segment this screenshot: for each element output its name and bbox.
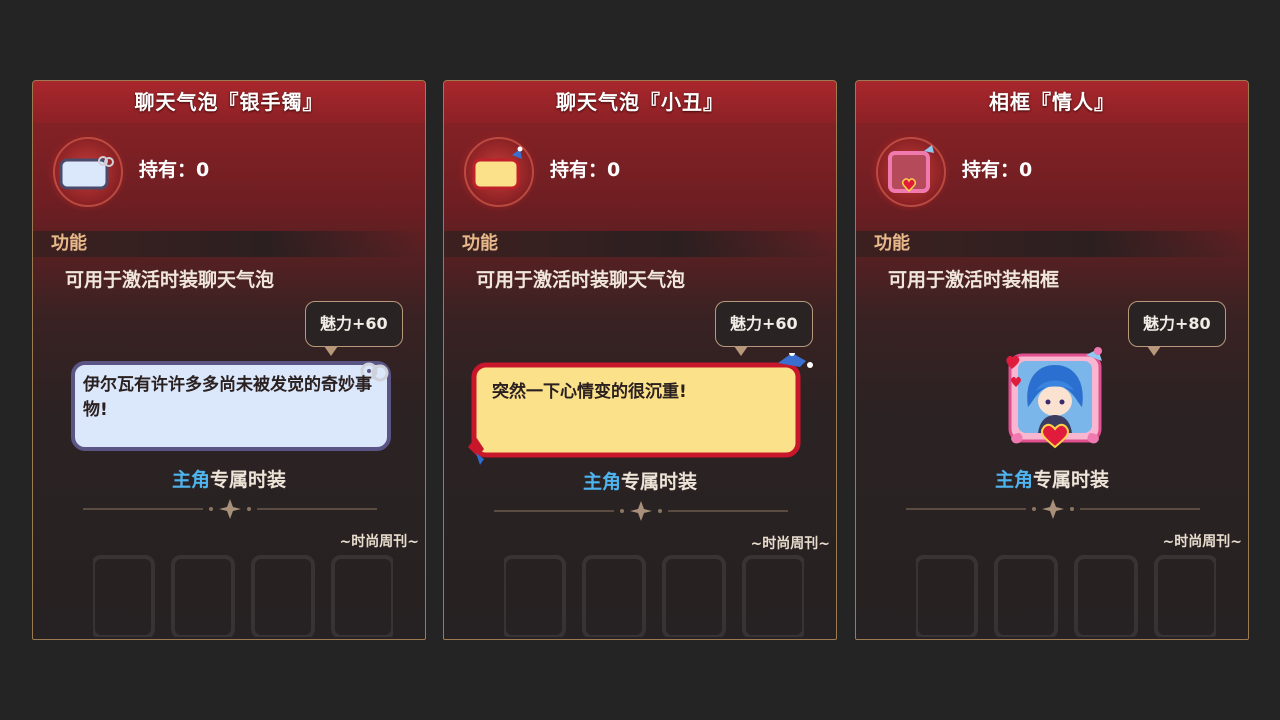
background-pattern bbox=[916, 555, 1216, 637]
ornament-divider bbox=[494, 501, 788, 521]
function-label: 功能 bbox=[874, 233, 910, 254]
exclusive-note: 主角专属时装 bbox=[994, 469, 1110, 491]
item-card-clown[interactable]: 聊天气泡『小丑』 持有：0 功能 可用于激活时装聊天气泡 魅力+60 突然一下心… bbox=[443, 80, 837, 640]
hold-count: 持有：0 bbox=[962, 159, 1033, 181]
bubble-preview: 伊尔瓦有许许多多尚未被发觉的奇妙事物! bbox=[69, 359, 395, 455]
charm-badge: 魅力+60 bbox=[715, 301, 813, 356]
lover-frame-icon bbox=[870, 131, 950, 211]
function-label: 功能 bbox=[51, 233, 87, 254]
charm-badge: 魅力+80 bbox=[1128, 301, 1226, 356]
function-description: 可用于激活时装相框 bbox=[888, 269, 1060, 291]
charm-badge: 魅力+60 bbox=[305, 301, 403, 356]
card-title: 聊天气泡『银手镯』 bbox=[33, 81, 425, 123]
hold-count: 持有：0 bbox=[139, 159, 210, 181]
exclusive-note: 主角专属时装 bbox=[171, 469, 287, 491]
function-description: 可用于激活时装聊天气泡 bbox=[65, 269, 275, 291]
ornament-divider bbox=[83, 499, 377, 519]
function-label: 功能 bbox=[462, 233, 498, 254]
function-bar bbox=[33, 231, 425, 257]
silver-bracelet-bubble-icon bbox=[47, 131, 127, 211]
bubble-preview-text: 伊尔瓦有许许多多尚未被发觉的奇妙事物! bbox=[83, 375, 372, 420]
item-card-silver-bracelet[interactable]: 聊天气泡『银手镯』 持有：0 功能 可用于激活时装聊天气泡 魅力+60 伊尔瓦有… bbox=[32, 80, 426, 640]
bubble-preview: 突然一下心情变的很沉重! bbox=[466, 353, 818, 465]
item-card-lover-frame[interactable]: 相框『情人』 持有：0 功能 可用于激活时装相框 魅力+80 主角专属时装 ~时… bbox=[855, 80, 1249, 640]
exclusive-note: 主角专属时装 bbox=[582, 471, 698, 493]
bubble-preview-text: 突然一下心情变的很沉重! bbox=[492, 382, 687, 402]
function-bar bbox=[444, 231, 836, 257]
magazine-label: ~时尚周刊~ bbox=[750, 536, 830, 552]
clown-bubble-icon bbox=[458, 131, 538, 211]
card-title: 相框『情人』 bbox=[856, 81, 1248, 123]
card-title: 聊天气泡『小丑』 bbox=[444, 81, 836, 123]
frame-preview bbox=[1002, 347, 1108, 451]
function-bar bbox=[856, 231, 1248, 257]
background-pattern bbox=[504, 555, 804, 637]
magazine-label: ~时尚周刊~ bbox=[1162, 534, 1242, 550]
magazine-label: ~时尚周刊~ bbox=[339, 534, 419, 550]
hold-count: 持有：0 bbox=[550, 159, 621, 181]
background-pattern bbox=[93, 555, 393, 637]
function-description: 可用于激活时装聊天气泡 bbox=[476, 269, 686, 291]
ornament-divider bbox=[906, 499, 1200, 519]
